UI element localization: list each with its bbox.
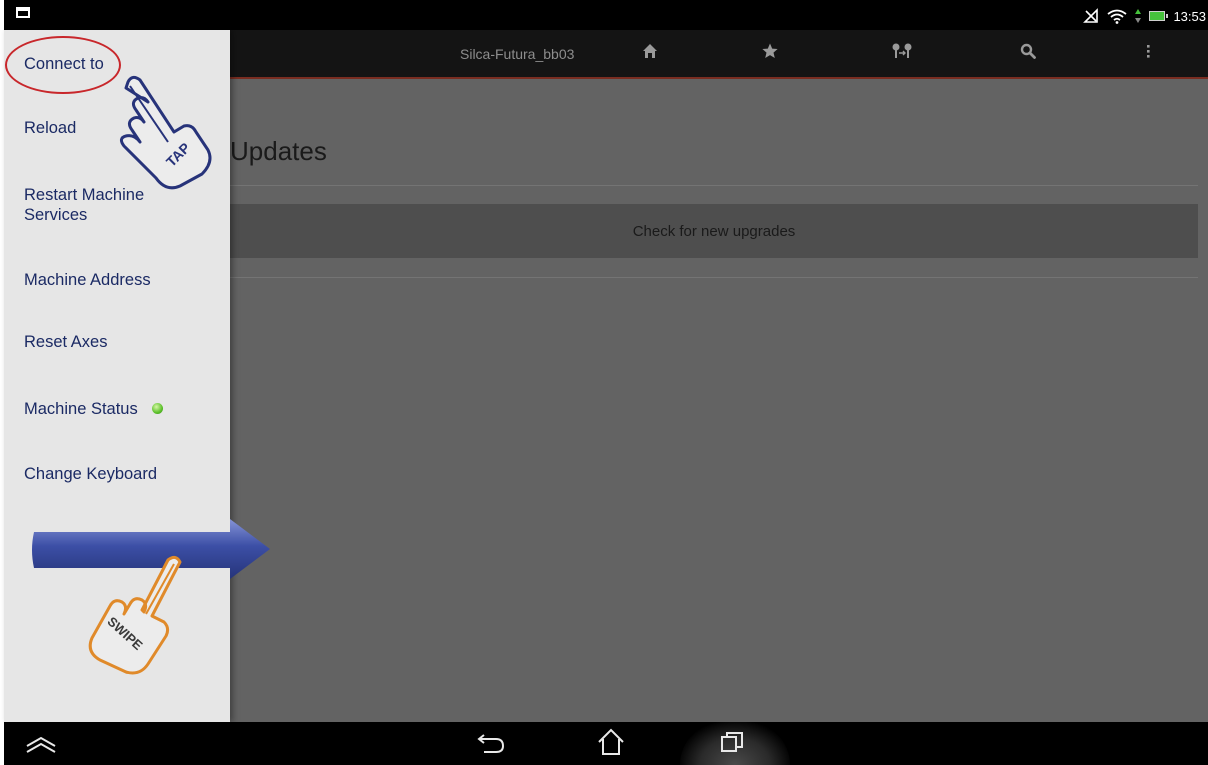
- home-icon[interactable]: [596, 727, 626, 757]
- drawer-item-machine-status[interactable]: Machine Status: [24, 399, 224, 419]
- action-bar: Silca-Futura_bb03: [230, 30, 1208, 79]
- no-signal-icon: [1083, 8, 1099, 23]
- search-icon[interactable]: [1016, 42, 1040, 65]
- drawer-item-restart-machine-services[interactable]: Restart Machine Services: [24, 185, 174, 225]
- overflow-menu-icon[interactable]: [1136, 42, 1160, 65]
- wifi-icon: [1107, 9, 1128, 24]
- navigation-drawer: Connect to Reload Restart Machine Servic…: [4, 30, 230, 722]
- status-indicator-icon: [151, 403, 163, 415]
- keys-icon[interactable]: [890, 42, 914, 65]
- divider: [230, 185, 1198, 186]
- navigation-bar: [4, 722, 1208, 765]
- drawer-item-machine-address[interactable]: Machine Address: [24, 270, 224, 290]
- drawer-item-change-keyboard[interactable]: Change Keyboard: [24, 464, 224, 484]
- highlight-circle: [5, 36, 121, 94]
- main-content: Updates Check for new upgrades: [230, 79, 1208, 722]
- divider: [230, 277, 1198, 278]
- data-arrows-icon: [1135, 9, 1142, 23]
- drawer-item-reload[interactable]: Reload: [24, 118, 224, 138]
- back-icon[interactable]: [476, 731, 506, 755]
- notification-icon: [16, 7, 30, 18]
- battery-icon: [1149, 11, 1169, 21]
- status-bar: 13:53: [4, 0, 1208, 30]
- clock: 13:53: [1173, 8, 1206, 24]
- check-upgrades-button[interactable]: Check for new upgrades: [230, 204, 1198, 258]
- page-heading: Updates: [230, 136, 327, 166]
- recents-icon[interactable]: [720, 731, 744, 755]
- star-icon[interactable]: [758, 42, 782, 65]
- drawer-item-reset-axes[interactable]: Reset Axes: [24, 332, 224, 352]
- home-icon[interactable]: [638, 42, 662, 65]
- drawer-item-label: Machine Status: [24, 400, 138, 418]
- status-icons: 13:53: [1083, 6, 1206, 26]
- machine-title: Silca-Futura_bb03: [460, 46, 575, 62]
- hide-keyboard-icon[interactable]: [24, 734, 58, 756]
